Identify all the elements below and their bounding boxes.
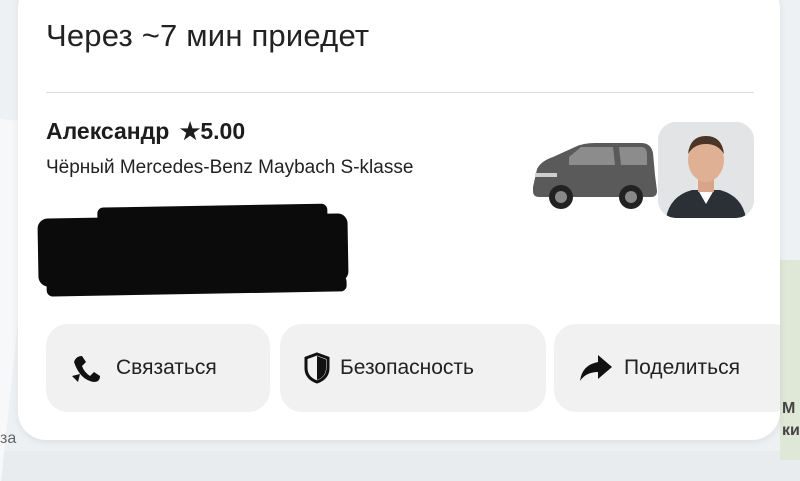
driver-photo — [658, 122, 754, 218]
contact-button[interactable]: Связаться — [46, 324, 270, 412]
driver-avatar[interactable] — [658, 122, 754, 218]
driver-rating: 5.00 — [200, 118, 246, 144]
safety-button[interactable]: Безопасность — [280, 324, 546, 412]
safety-label: Безопасность — [340, 356, 474, 379]
map-label-line: М — [782, 400, 796, 417]
divider — [46, 92, 754, 93]
eta-title: Через ~7 мин приедет — [46, 18, 370, 53]
share-button[interactable]: Поделиться — [554, 324, 780, 412]
share-label: Поделиться — [624, 356, 740, 379]
ride-info-card: Через ~7 мин приедет Александр ★5.00 Чёр… — [18, 0, 780, 440]
contact-label: Связаться — [116, 356, 217, 379]
driver-name: Александр — [46, 118, 170, 144]
phone-icon — [72, 356, 100, 382]
car-image — [533, 143, 657, 209]
shield-icon — [304, 352, 330, 384]
star-icon: ★ — [179, 118, 201, 144]
map-label: за — [0, 430, 17, 447]
driver-name-rating: Александр ★5.00 — [46, 118, 245, 145]
map-label: М ки — [782, 398, 800, 442]
map-label-line: ки — [782, 422, 800, 439]
redacted-license-plate — [37, 213, 349, 287]
car-description: Чёрный Mercedes-Benz Maybach S-klasse — [46, 157, 414, 178]
share-arrow-icon — [580, 355, 612, 381]
